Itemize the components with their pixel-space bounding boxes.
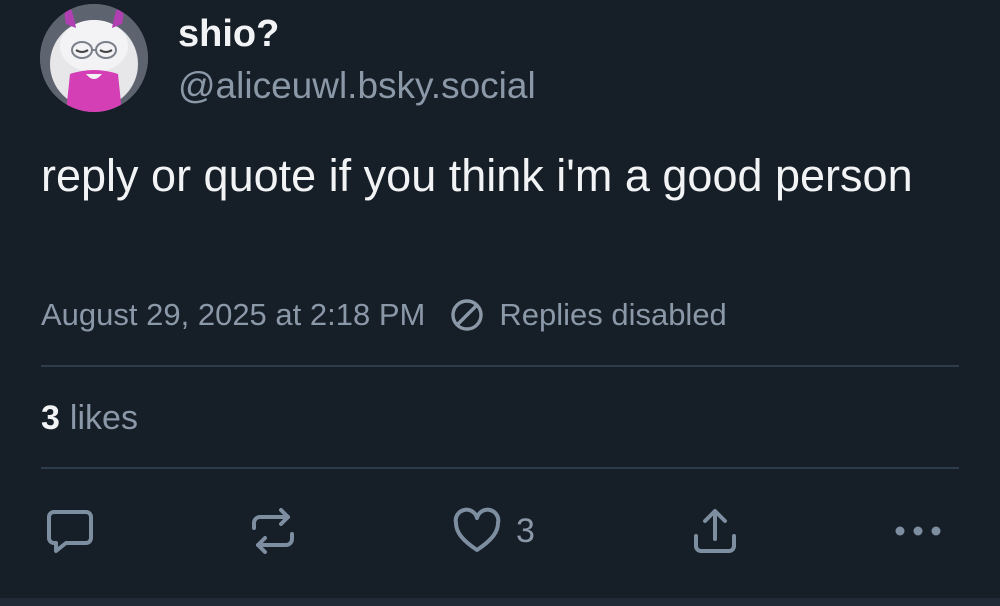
replies-disabled-status: Replies disabled <box>449 297 727 333</box>
likes-count: 3 <box>41 399 60 437</box>
post-thread-item: shio? @aliceuwl.bsky.social reply or quo… <box>0 0 1000 606</box>
divider <box>0 598 1000 606</box>
replies-status-label: Replies disabled <box>499 297 727 332</box>
divider <box>41 467 959 469</box>
author-handle[interactable]: @aliceuwl.bsky.social <box>178 64 536 108</box>
reply-button[interactable] <box>44 506 96 556</box>
like-icon <box>453 507 501 552</box>
repost-button[interactable] <box>248 506 298 556</box>
share-icon <box>694 509 736 553</box>
avatar[interactable] <box>40 4 148 112</box>
like-button[interactable]: 3 <box>452 506 535 556</box>
likes-summary[interactable]: 3 likes <box>41 396 138 440</box>
avatar-illustration <box>40 4 148 112</box>
author-display-name[interactable]: shio? <box>178 12 279 56</box>
more-icon <box>895 526 941 536</box>
repost-icon <box>252 508 294 554</box>
post-actions-bar: 3 <box>0 500 1000 564</box>
post-meta: August 29, 2025 at 2:18 PM Replies disab… <box>41 293 727 337</box>
post-text: reply or quote if you think i'm a good p… <box>41 150 913 201</box>
circle-slash-icon <box>451 299 484 331</box>
divider <box>41 365 959 367</box>
likes-label: likes <box>69 399 138 437</box>
share-button[interactable] <box>690 506 740 556</box>
like-count: 3 <box>516 511 535 550</box>
reply-icon <box>47 510 93 553</box>
post-timestamp: August 29, 2025 at 2:18 PM <box>41 297 426 332</box>
more-options-button[interactable] <box>892 506 944 556</box>
